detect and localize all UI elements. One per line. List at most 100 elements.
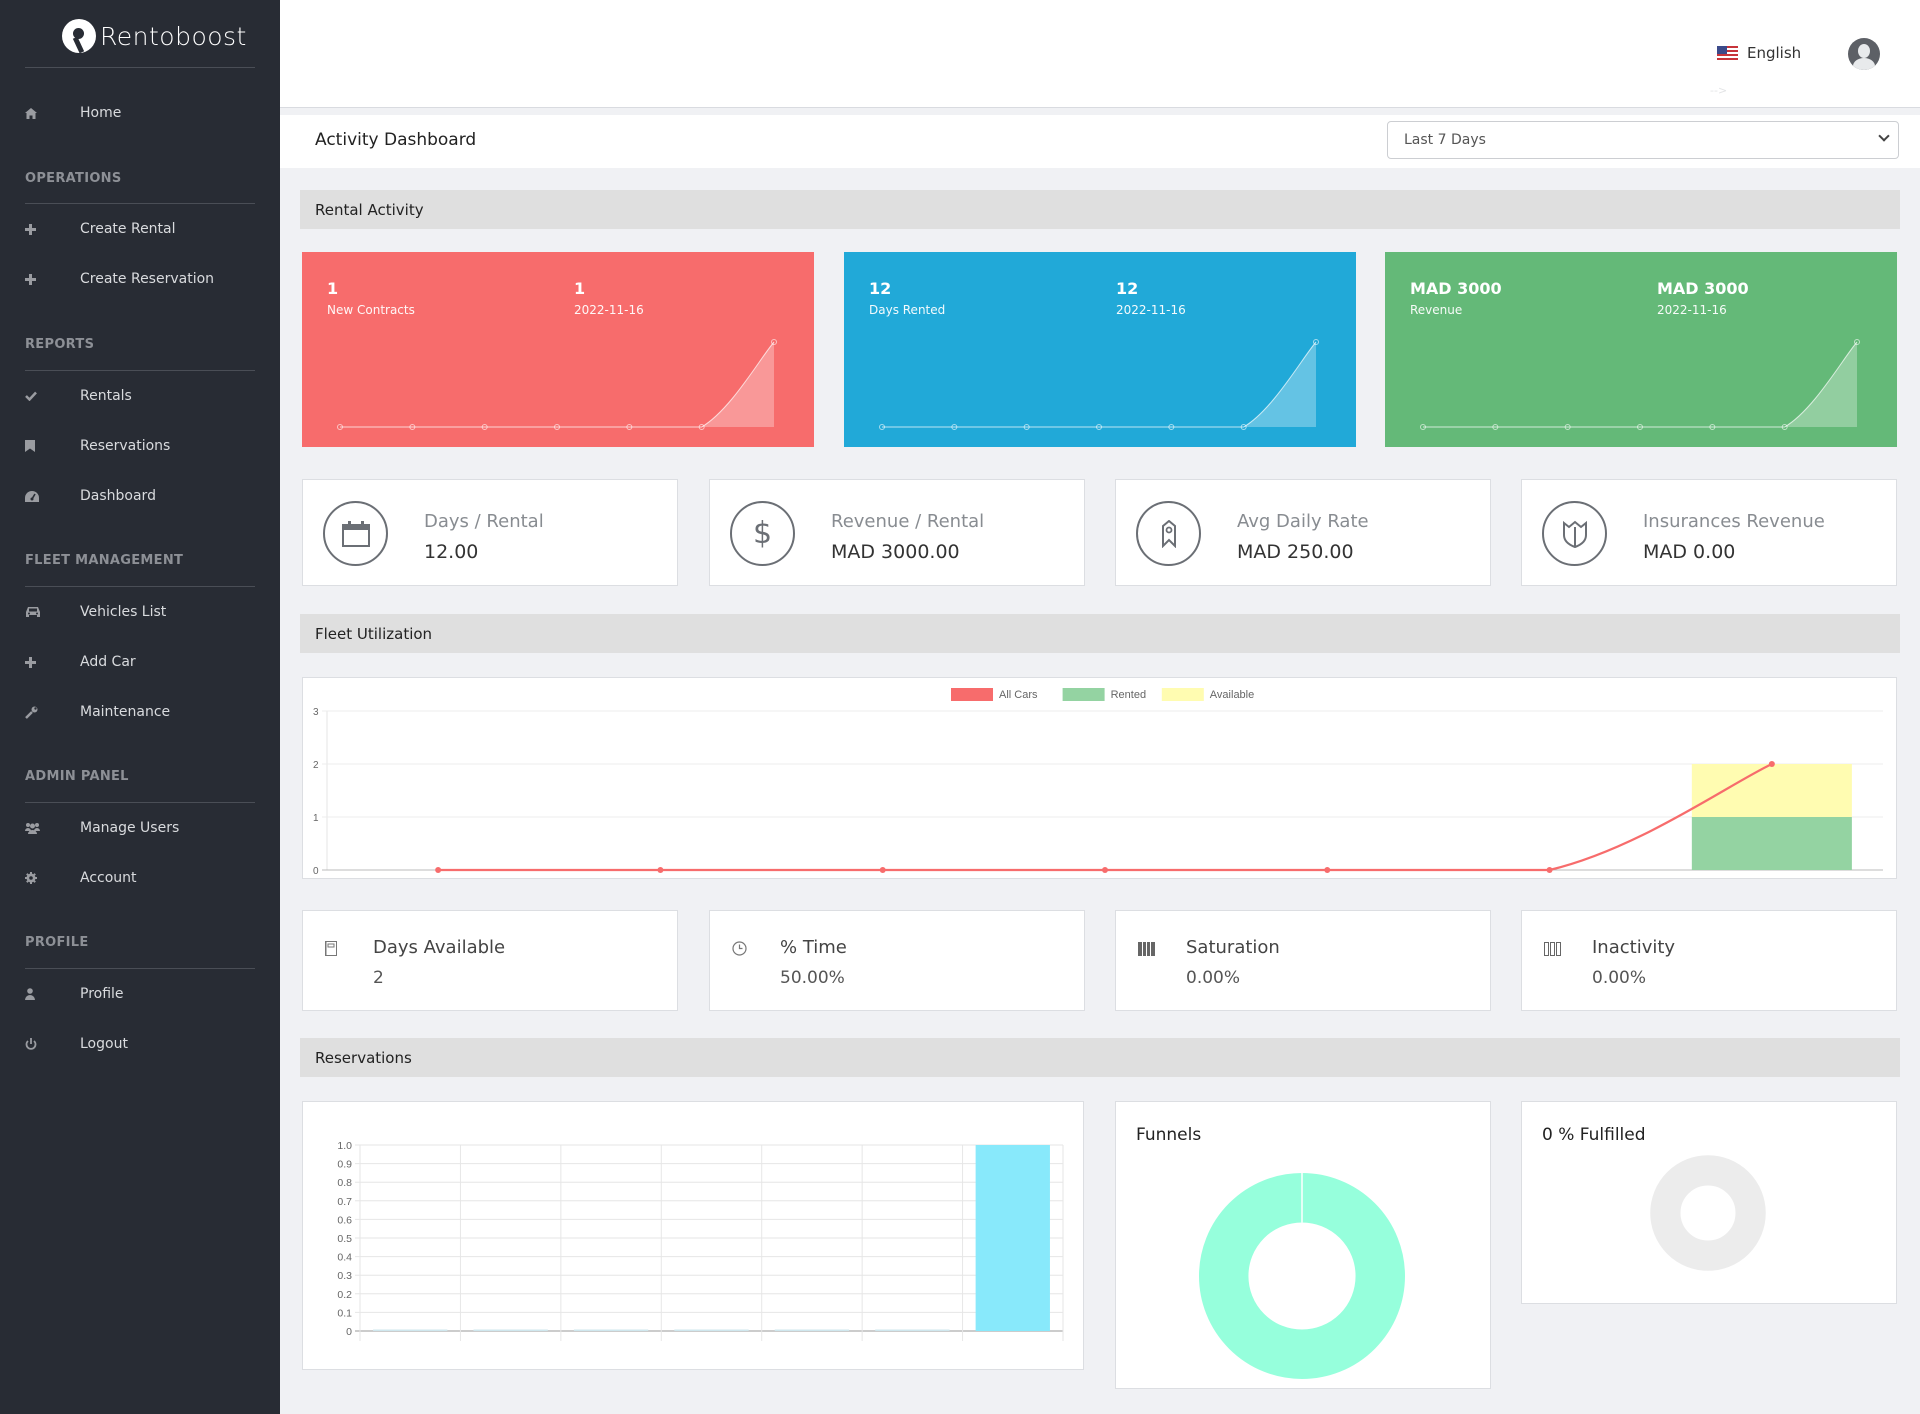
bar-available: [1691, 764, 1852, 817]
sparkline-line: [340, 341, 775, 428]
sidebar-item-label: Profile: [80, 986, 124, 1002]
days-rented-sparkline: [879, 339, 1319, 430]
stat-label: Days Available: [373, 937, 506, 958]
sidebar-item-rentals[interactable]: Rentals: [25, 381, 255, 411]
bars-outline-icon: [1544, 941, 1561, 957]
sidebar-item-label: Home: [80, 105, 122, 121]
sparkline-area: [1423, 342, 1857, 427]
funnels-card: Funnels: [1115, 1101, 1491, 1389]
sidebar-item-create-rental[interactable]: Create Rental: [25, 214, 255, 244]
reservations-bar-chart-card: 0 0.1 0.2 0.3 0.4 0.5 0.6 0.7 0.8 0.9 1.0: [302, 1101, 1084, 1370]
sidebar-item-label: Add Car: [80, 654, 136, 670]
kpi-value: MAD 0.00: [1643, 541, 1736, 563]
card-latest-value: 1: [574, 279, 586, 298]
fulfilled-card: 0 % Fulfilled: [1521, 1101, 1897, 1304]
kpi-value: 12.00: [424, 541, 479, 563]
fleet-utilization-chart-card: 0 1 2 3 All Cars Rented Available: [302, 677, 1897, 879]
kpi-avg-daily-rate: Avg Daily Rate MAD 250.00: [1115, 479, 1491, 586]
car-icon: [25, 606, 80, 618]
user-icon: [25, 988, 80, 1000]
bar: [674, 1329, 749, 1331]
bars-filled-icon: [1138, 941, 1155, 957]
section-header-fleet-utilization: Fleet Utilization: [300, 614, 1900, 653]
stat-days-available: Days Available 2: [302, 910, 678, 1011]
plus-icon: [25, 223, 80, 235]
nav-heading-operations: OPERATIONS: [25, 171, 122, 186]
user-avatar[interactable]: [1848, 38, 1880, 70]
language-selector[interactable]: English: [1717, 44, 1801, 62]
divider: [25, 370, 255, 371]
notebook-icon: [324, 941, 341, 957]
fulfilled-donut-chart: [1650, 1155, 1766, 1271]
sidebar-item-logout[interactable]: Logout: [25, 1029, 255, 1059]
dollar-glyph: $: [752, 516, 773, 551]
point-all-cars: [657, 867, 664, 873]
sidebar-item-dashboard[interactable]: Dashboard: [25, 481, 255, 511]
divider: [25, 67, 255, 68]
sidebar-item-create-reservation[interactable]: Create Reservation: [25, 264, 255, 294]
sidebar-item-label: Vehicles List: [80, 604, 167, 620]
bookmark-icon: [25, 440, 80, 452]
nav-heading-reports: REPORTS: [25, 337, 95, 352]
y-tick-label: 0: [346, 1326, 352, 1338]
sidebar-item-add-car[interactable]: Add Car: [25, 647, 255, 677]
stat-value: 50.00%: [780, 968, 845, 988]
card-value: MAD 3000: [1410, 279, 1502, 298]
sidebar-item-account[interactable]: Account: [25, 863, 255, 893]
card-latest-date: 2022-11-16: [1116, 303, 1186, 317]
gear-icon: [25, 872, 80, 884]
sidebar-item-profile[interactable]: Profile: [25, 979, 255, 1009]
legend-swatch: [1161, 688, 1204, 701]
date-range-value: Last 7 Days: [1404, 132, 1486, 148]
sidebar-item-label: Manage Users: [80, 820, 180, 836]
bar: [774, 1329, 850, 1331]
plus-icon: [25, 656, 80, 668]
home-icon: [25, 107, 80, 119]
funnels-donut-chart: [1199, 1173, 1405, 1379]
plus-icon: [25, 273, 80, 285]
point-all-cars: [1102, 867, 1108, 873]
kpi-label: Insurances Revenue: [1643, 511, 1825, 532]
stat-saturation: Saturation 0.00%: [1115, 910, 1491, 1011]
sidebar-item-reservations[interactable]: Reservations: [25, 431, 255, 461]
y-tick-label: 0.1: [337, 1307, 352, 1319]
card-label: Revenue: [1410, 303, 1463, 317]
sparkline-area: [340, 342, 774, 427]
kpi-label: Revenue / Rental: [831, 511, 985, 532]
stat-value: 2: [373, 968, 384, 988]
dashboard-gauge-icon: [25, 490, 80, 502]
stat-inactivity: Inactivity 0.00%: [1521, 910, 1897, 1011]
bar: [975, 1145, 1050, 1331]
page-title: Activity Dashboard: [315, 130, 477, 150]
y-tick-label: 1.0: [337, 1140, 352, 1152]
sidebar-item-label: Create Rental: [80, 221, 176, 237]
section-header-rental-activity: Rental Activity: [300, 190, 1900, 229]
point-all-cars: [1546, 867, 1553, 873]
sidebar-item-home[interactable]: Home: [25, 98, 255, 128]
brand-logo[interactable]: Rentoboost: [62, 16, 247, 56]
card-latest-value: 12: [1116, 279, 1139, 298]
date-range-select[interactable]: Last 7 Days: [1387, 121, 1899, 159]
calendar-icon: [323, 501, 388, 566]
card-label: Days Rented: [869, 303, 946, 317]
y-tick-label: 0.6: [337, 1214, 352, 1226]
sidebar-item-label: Maintenance: [80, 704, 171, 720]
reservations-bar-chart: 0 0.1 0.2 0.3 0.4 0.5 0.6 0.7 0.8 0.9 1.0: [337, 1140, 1064, 1341]
sidebar: Rentoboost Home OPERATIONS Create Rental…: [0, 0, 280, 1414]
new-contracts-sparkline: [337, 339, 777, 430]
legend-swatch: [1062, 688, 1105, 701]
y-tick-label: 0.5: [337, 1233, 352, 1245]
power-icon: [25, 1038, 80, 1050]
card-latest-date: 2022-11-16: [1657, 303, 1727, 317]
sidebar-item-label: Rentals: [80, 388, 132, 404]
sidebar-item-manage-users[interactable]: Manage Users: [25, 813, 255, 843]
y-tick-label: 0.3: [337, 1270, 352, 1282]
sidebar-item-vehicles-list[interactable]: Vehicles List: [25, 597, 255, 627]
sidebar-item-maintenance[interactable]: Maintenance: [25, 697, 255, 727]
new-contracts-card: 1 New Contracts 1 2022-11-16: [302, 252, 814, 447]
y-tick-label: 1: [313, 813, 319, 824]
divider: [25, 203, 255, 204]
dollar-icon: $: [730, 501, 795, 566]
bar: [473, 1329, 548, 1331]
stat-label: Inactivity: [1592, 937, 1676, 958]
